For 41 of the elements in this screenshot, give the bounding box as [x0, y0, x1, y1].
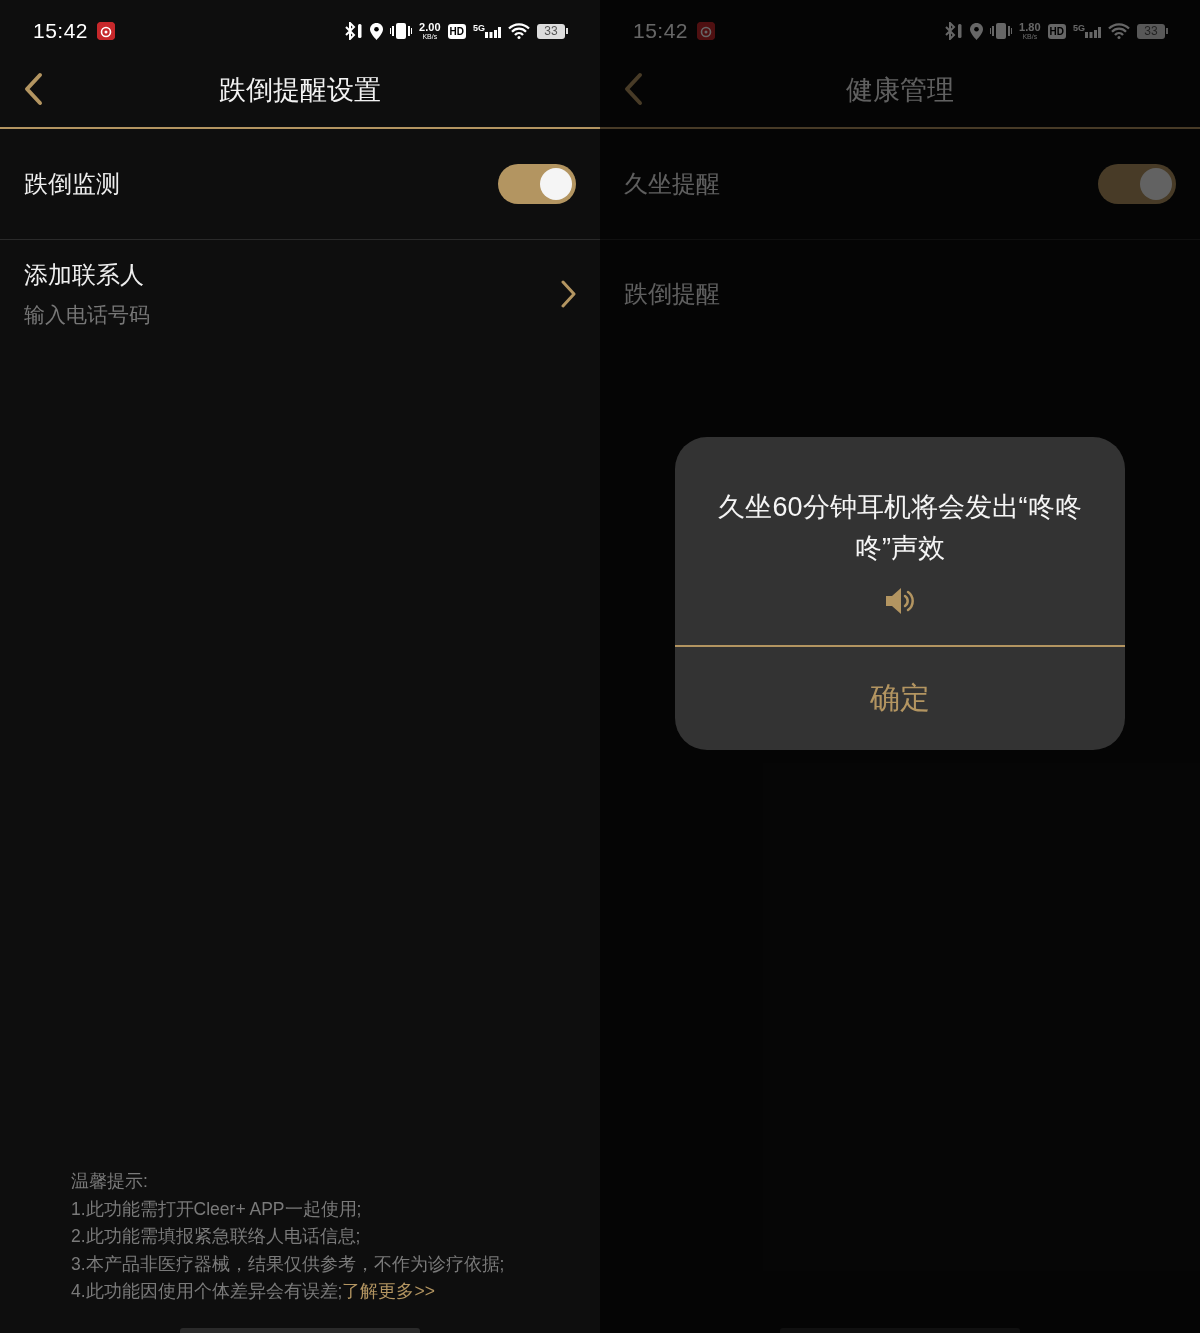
- clock-time: 15:42: [33, 19, 89, 43]
- app-notification-icon: [97, 22, 116, 40]
- setting-label: 添加联系人: [24, 260, 145, 290]
- page-title: 健康管理: [846, 73, 954, 107]
- bluetooth-icon: [343, 22, 364, 40]
- page-title: 跌倒提醒设置: [219, 73, 381, 107]
- wifi-icon: [1108, 23, 1130, 39]
- wifi-icon: [508, 23, 530, 39]
- setting-label: 跌倒监测: [24, 169, 120, 199]
- note-text: 1.此功能需打开Cleer+ APP一起使用;: [71, 1197, 363, 1221]
- dialog-message: 久坐60分钟耳机将会发出“咚咚咚”声效: [717, 491, 1083, 565]
- vibrate-icon: [990, 23, 1013, 39]
- hd-badge: HD: [447, 23, 466, 39]
- vibrate-icon: [390, 23, 413, 39]
- setting-label: 久坐提醒: [624, 169, 720, 199]
- signal-icon: [485, 24, 501, 38]
- toggle-switch[interactable]: [1098, 164, 1176, 204]
- chevron-right-icon: [560, 280, 576, 308]
- clock-time: 15:42: [633, 19, 689, 43]
- note-text: 2.此功能需填报紧急联络人电话信息;: [71, 1225, 362, 1249]
- network-speed: 2.00: [419, 22, 441, 33]
- battery-icon: 33: [537, 23, 568, 39]
- location-pin-icon: [970, 22, 984, 40]
- note-text: 4.此功能因使用个体差异会有误差;了解更多>>: [71, 1280, 436, 1304]
- network-type: 5G: [473, 24, 485, 33]
- setting-hint: 输入电话号码: [24, 302, 150, 328]
- toggle-switch[interactable]: [498, 164, 576, 204]
- note-text: 3.本产品非医疗器械，结果仅供参考，不作为诊疗依据;: [71, 1252, 506, 1276]
- bluetooth-icon: [943, 22, 964, 40]
- hd-badge: HD: [1047, 23, 1066, 39]
- back-button[interactable]: [22, 72, 44, 106]
- location-pin-icon: [370, 22, 384, 40]
- speaker-icon: [884, 585, 916, 617]
- confirm-button[interactable]: 确定: [675, 645, 1125, 750]
- notes-title: 温馨提示:: [71, 1170, 149, 1194]
- app-notification-icon: [697, 22, 716, 40]
- network-type: 5G: [1073, 24, 1085, 33]
- learn-more-link[interactable]: 了解更多>>: [342, 1281, 435, 1302]
- signal-icon: [1085, 24, 1101, 38]
- network-speed: 1.80: [1019, 22, 1041, 33]
- setting-label: 跌倒提醒: [624, 279, 720, 309]
